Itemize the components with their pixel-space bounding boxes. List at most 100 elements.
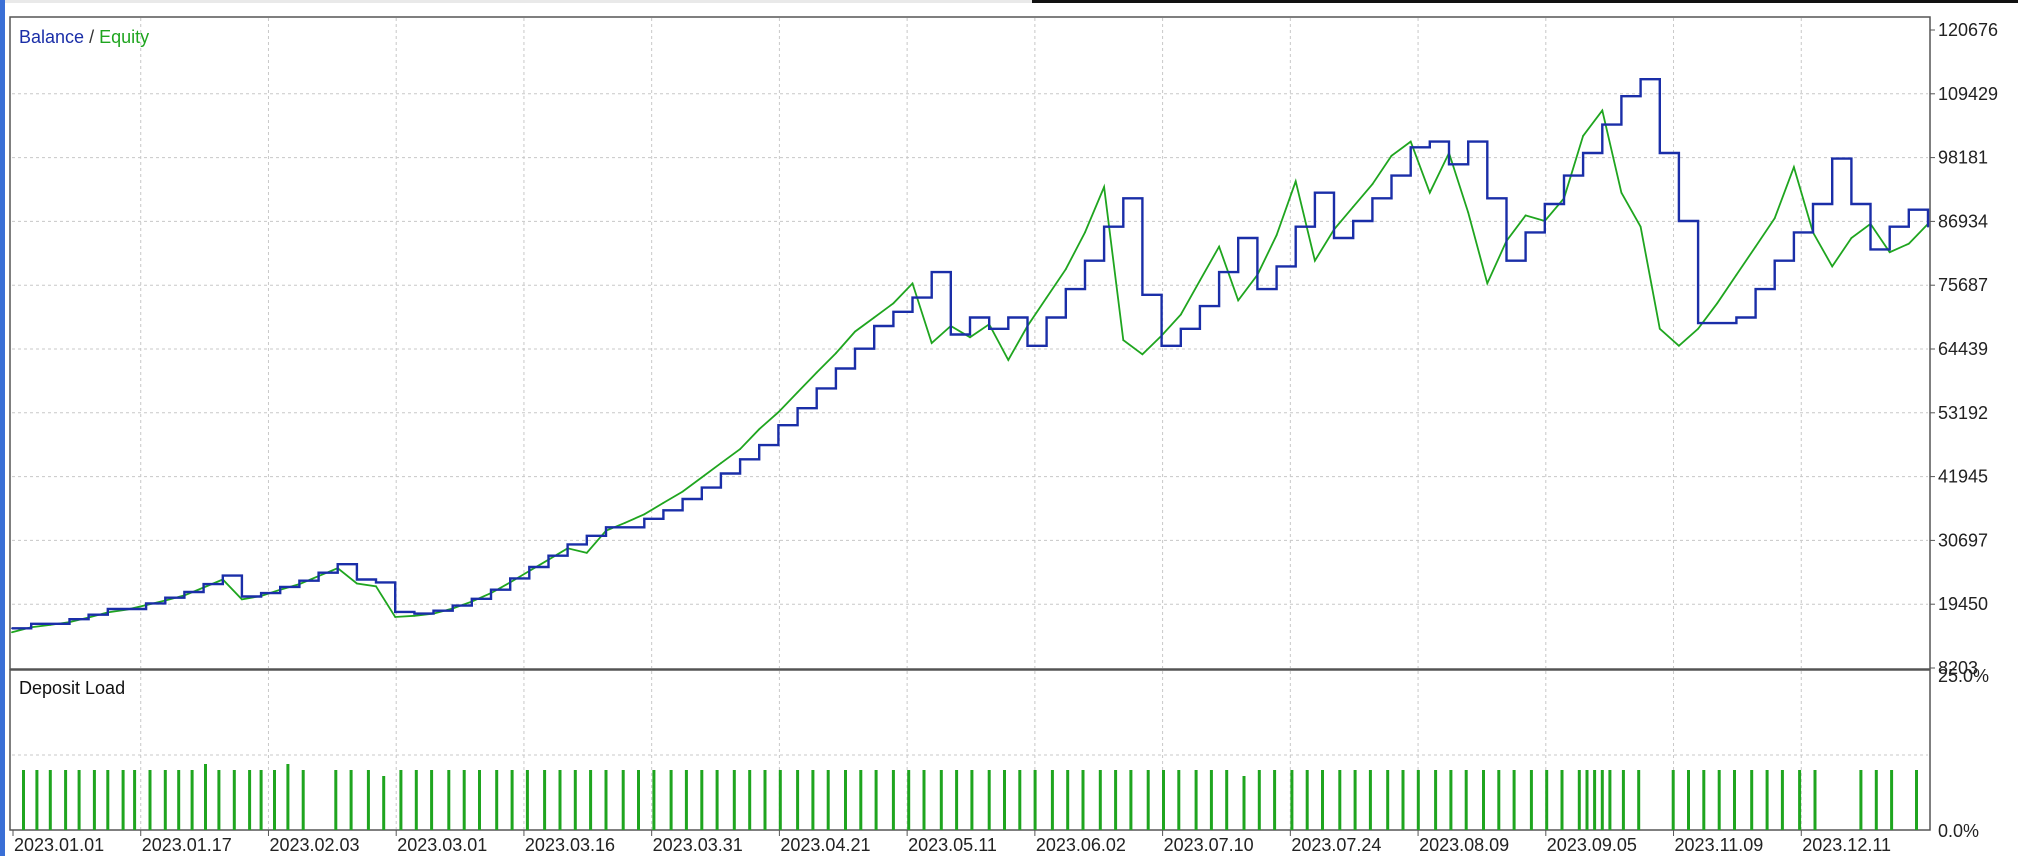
deposit-bar — [1146, 770, 1150, 830]
deposit-bar — [939, 770, 943, 830]
deposit-bar — [1915, 770, 1918, 830]
deposit-bar — [1859, 770, 1863, 830]
series-point-equity — [1620, 191, 1623, 194]
series-point-balance — [1352, 220, 1355, 222]
deposit-bar — [1608, 770, 1612, 830]
x-tick-label: 2023.01.01 — [14, 835, 104, 855]
series-point-equity — [1352, 205, 1355, 208]
deposit-bar — [217, 770, 221, 830]
series-point-balance — [1256, 288, 1259, 290]
series-point-balance — [681, 498, 684, 500]
series-point-equity — [1428, 191, 1431, 194]
series-point-balance — [1333, 237, 1335, 239]
deposit-bar — [1545, 770, 1549, 830]
deposit-bar — [763, 770, 767, 830]
series-point-equity — [11, 631, 13, 634]
series-point-balance — [815, 387, 818, 390]
deposit-bar — [204, 764, 207, 830]
series-point-balance — [662, 509, 665, 512]
series-point-equity — [1467, 211, 1470, 214]
series-point-equity — [873, 316, 876, 319]
deposit-bar — [1338, 770, 1342, 830]
series-point-equity — [1084, 231, 1086, 234]
legend-separator: / — [84, 27, 99, 47]
deposit-bar — [1512, 770, 1516, 830]
x-tick-label: 2023.07.24 — [1291, 835, 1381, 855]
deposit-bar — [1209, 770, 1213, 830]
y-tick-label: 30697 — [1938, 530, 1988, 550]
series-point-equity — [835, 352, 837, 355]
series-point-equity — [1045, 296, 1048, 299]
deposit-bar — [1874, 770, 1878, 830]
deposit-panel-title: Deposit Load — [19, 678, 125, 698]
series-point-equity — [1907, 242, 1910, 245]
series-point-equity — [1697, 327, 1699, 330]
x-tick-label: 2023.01.17 — [142, 835, 232, 855]
x-tick-label: 2023.03.16 — [525, 835, 615, 855]
series-point-balance — [1428, 140, 1431, 143]
series-point-balance — [1812, 203, 1814, 205]
series-point-equity — [796, 391, 799, 394]
series-point-balance — [1294, 225, 1297, 228]
deposit-bar — [1733, 770, 1736, 830]
deposit-bar — [1066, 770, 1070, 830]
series-point-equity — [1064, 268, 1067, 271]
series-point-balance — [183, 591, 186, 593]
y-tick-label: 75687 — [1938, 275, 1988, 295]
deposit-bar — [1290, 770, 1294, 830]
deposit-bar — [826, 770, 830, 830]
series-point-equity — [585, 552, 588, 554]
series-point-balance — [490, 588, 492, 591]
series-point-equity — [1601, 109, 1604, 112]
series-point-balance — [336, 563, 339, 566]
series-point-equity — [1831, 265, 1834, 268]
deposit-bar — [190, 770, 194, 830]
series-point-balance — [356, 578, 358, 581]
deposit-bar — [48, 770, 52, 830]
x-tick-label: 2023.03.01 — [397, 835, 487, 855]
deposit-bar — [543, 770, 547, 830]
deposit-bar — [349, 770, 353, 830]
series-point-balance — [30, 622, 33, 625]
deposit-bar — [1890, 770, 1894, 830]
series-point-balance — [221, 574, 224, 577]
series-point-balance — [1658, 152, 1661, 154]
series-point-equity — [854, 330, 856, 333]
series-point-equity — [1486, 282, 1489, 285]
main-y-axis: 120676 109429 98181 86934 75687 64439 53192 419… — [1930, 20, 1998, 678]
deposit-y-axis: 25.0% 0.0% — [1938, 666, 1989, 841]
y-tick-label: 64439 — [1938, 339, 1988, 359]
x-tick-label: 2023.02.03 — [269, 835, 359, 855]
deposit-bar — [163, 770, 167, 830]
series-point-equity — [681, 490, 684, 493]
x-axis: 2023.01.01 2023.01.17 2023.02.03 2023.03.01… — [12, 830, 1891, 855]
series-point-balance — [1563, 174, 1565, 177]
series-point-balance — [1850, 203, 1853, 205]
strategy-tester-graph: 120676 109429 98181 86934 75687 64439 53192 419… — [0, 0, 2018, 856]
deposit-bar — [447, 770, 451, 830]
y-tick-label: 98181 — [1938, 148, 1988, 168]
series-point-equity — [930, 342, 933, 344]
deposit-bar — [1750, 770, 1754, 830]
series-point-balance — [394, 611, 397, 613]
series-point-balance — [451, 604, 454, 607]
series-point-equity — [1524, 214, 1527, 217]
series-point-balance — [1582, 152, 1584, 154]
deposit-bar — [430, 770, 434, 830]
deposit-bar — [1798, 770, 1802, 830]
legend-balance-label: Balance — [19, 27, 84, 47]
deposit-bar — [414, 770, 418, 830]
deposit-bar — [987, 770, 991, 830]
deposit-bar — [382, 776, 386, 830]
series-point-balance — [1409, 146, 1412, 149]
x-tick-label: 2023.06.02 — [1036, 835, 1126, 855]
series-point-equity — [1294, 180, 1297, 183]
deposit-bar — [1003, 770, 1006, 830]
series-point-balance — [1524, 231, 1527, 234]
deposit-bar — [844, 770, 847, 830]
deposit-bar — [106, 770, 110, 830]
deposit-bar — [399, 770, 403, 830]
deposit-bar — [604, 770, 608, 830]
series-point-equity — [1390, 154, 1393, 157]
deposit-bar — [891, 770, 895, 830]
